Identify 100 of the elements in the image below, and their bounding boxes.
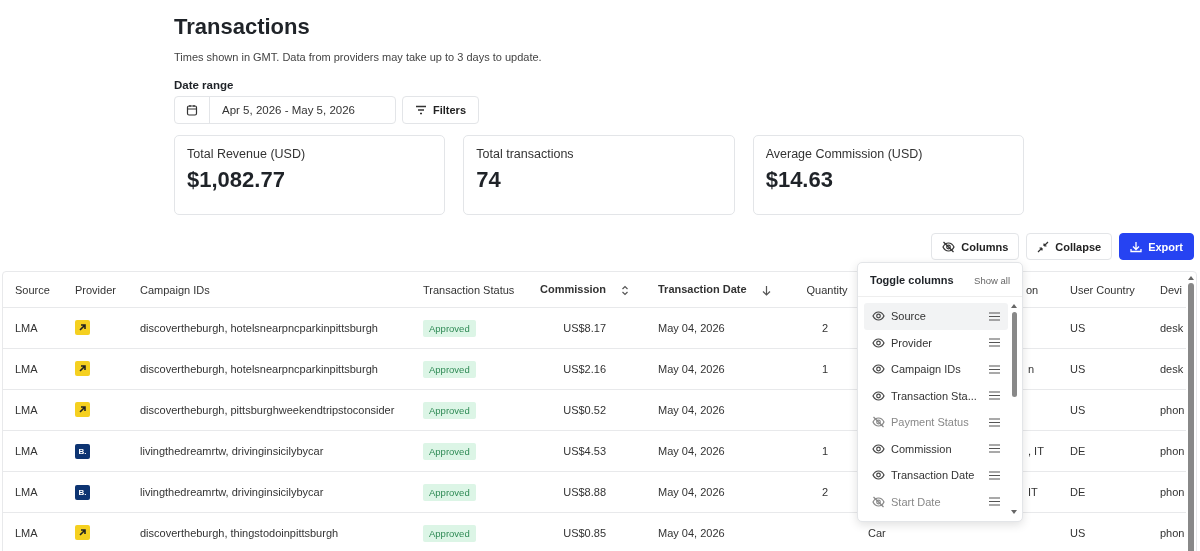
stat-value: $14.63 (765, 167, 834, 193)
export-button[interactable]: Export (1119, 233, 1194, 260)
scroll-up-icon[interactable] (1010, 303, 1018, 309)
table-cell: May 04, 2026 (658, 363, 725, 375)
show-all-link[interactable]: Show all (974, 274, 1010, 286)
drag-handle-icon[interactable] (989, 311, 1000, 321)
eye-icon (872, 337, 885, 348)
filters-button[interactable]: Filters (402, 96, 479, 124)
status-badge: Approved (423, 361, 476, 378)
page-subtitle: Times shown in GMT. Data from providers may take up to 3 days to update. (174, 51, 543, 63)
date-range-field[interactable]: Apr 5, 2026 - May 5, 2026 (174, 96, 396, 124)
table-cell: LMA (15, 363, 38, 375)
table-cell: US$8.88 (563, 486, 606, 498)
eye-icon (872, 311, 885, 322)
table-cell: phon (1160, 445, 1185, 457)
column-toggle-item[interactable]: Provider (864, 329, 1008, 356)
table-cell: DE (1070, 445, 1086, 457)
table-cell: Car (868, 527, 886, 539)
collapse-icon (1037, 240, 1050, 253)
table-cell: LMA (15, 322, 38, 334)
column-toggle-item[interactable]: Start Date (864, 488, 1008, 515)
scrollbar[interactable] (1010, 303, 1018, 515)
table-cell: LMA (15, 486, 38, 498)
column-toggle-item[interactable]: Transaction Date (864, 462, 1008, 489)
provider-logo-icon (75, 360, 90, 376)
column-header[interactable]: Provider (75, 283, 116, 296)
column-header[interactable]: on (1026, 283, 1039, 296)
provider-logo: B. (75, 484, 90, 500)
column-header[interactable]: User Country (1070, 283, 1135, 296)
table-cell: DE (1070, 486, 1086, 498)
columns-button[interactable]: Columns (931, 233, 1020, 260)
table-cell: LMA (15, 527, 38, 539)
table-cell: US (1070, 527, 1086, 539)
download-icon (1130, 240, 1143, 253)
table-cell: May 04, 2026 (658, 404, 725, 416)
column-header[interactable]: Devi (1160, 283, 1182, 296)
eye-icon (872, 390, 885, 401)
status-badge: Approved (423, 443, 476, 460)
table-cell: phon (1160, 404, 1185, 416)
eye-icon (872, 364, 885, 375)
table-cell: US$0.52 (563, 404, 606, 416)
drag-handle-icon[interactable] (989, 444, 1000, 454)
stat-label: Total Revenue (USD) (187, 147, 307, 161)
drag-handle-icon[interactable] (989, 364, 1000, 374)
column-toggle-item[interactable]: Source (864, 303, 1008, 330)
drag-handle-icon[interactable] (989, 391, 1000, 401)
column-toggle-item[interactable]: Payment Status (864, 409, 1008, 436)
table-cell: LMA (15, 404, 38, 416)
eye-icon (872, 470, 885, 481)
filter-icon (415, 105, 427, 115)
table-cell: desk (1160, 363, 1184, 375)
status-badge: Approved (423, 402, 476, 419)
stat-value: 74 (476, 167, 502, 193)
status-badge: Approved (423, 525, 476, 542)
column-header[interactable]: Campaign IDs (140, 283, 210, 296)
menu-title: Toggle columns (870, 274, 954, 286)
table-cell: n (1028, 363, 1035, 375)
column-toggle-item[interactable]: Campaign IDs (864, 356, 1008, 383)
provider-logo-icon (75, 524, 90, 540)
table-cell: phon (1160, 486, 1185, 498)
stat-label: Average Commission (USD) (765, 147, 924, 161)
scroll-down-icon[interactable] (1010, 509, 1018, 515)
table-cell: US$8.17 (563, 322, 606, 334)
eye-off-icon (872, 416, 885, 429)
table-cell: phon (1160, 527, 1185, 539)
table-cell: discovertheburgh, pittsburghweekendtripstoconsider (140, 404, 395, 416)
eye-off-icon (942, 240, 956, 253)
table-cell: May 04, 2026 (658, 527, 725, 539)
collapse-button[interactable]: Collapse (1026, 233, 1113, 260)
drag-handle-icon[interactable] (989, 470, 1000, 480)
column-header[interactable]: Transaction Status (423, 283, 515, 296)
table-cell: May 04, 2026 (658, 486, 725, 498)
scroll-up-icon[interactable] (1186, 275, 1195, 281)
table-cell: IT (1028, 486, 1038, 498)
column-header[interactable]: Quantity (806, 283, 848, 296)
column-header[interactable]: Commission (540, 283, 606, 296)
table-cell: 1 (821, 445, 828, 457)
table-cell: US (1070, 322, 1086, 334)
sort-descending-icon[interactable] (761, 284, 771, 296)
page-title: Transactions (174, 14, 311, 40)
stat-label: Total transactions (476, 147, 575, 161)
column-toggle-item[interactable]: Commission (864, 435, 1008, 462)
table-cell: discovertheburgh, hotelsnearpncparkinpittsburgh (140, 363, 378, 375)
table-cell: desk (1160, 322, 1184, 334)
provider-logo-icon (75, 319, 90, 335)
column-toggle-item[interactable]: Transaction Sta... (864, 382, 1008, 409)
drag-handle-icon[interactable] (989, 338, 1000, 348)
column-header[interactable]: Source (15, 283, 50, 296)
date-range-label: Date range (174, 79, 235, 91)
table-cell: discovertheburgh, hotelsnearpncparkinpittsburgh (140, 322, 378, 334)
drag-handle-icon[interactable] (989, 417, 1000, 427)
calendar-icon (186, 104, 198, 116)
table-cell: US (1070, 404, 1086, 416)
table-cell: LMA (15, 445, 38, 457)
sort-icon[interactable] (621, 284, 630, 296)
table-cell: livingthedreamrtw, drivinginsicilybycar (140, 445, 324, 457)
column-header[interactable]: Transaction Date (658, 283, 747, 296)
table-cell: US$0.85 (563, 527, 606, 539)
table-cell: US$2.16 (563, 363, 606, 375)
drag-handle-icon[interactable] (989, 497, 1000, 507)
